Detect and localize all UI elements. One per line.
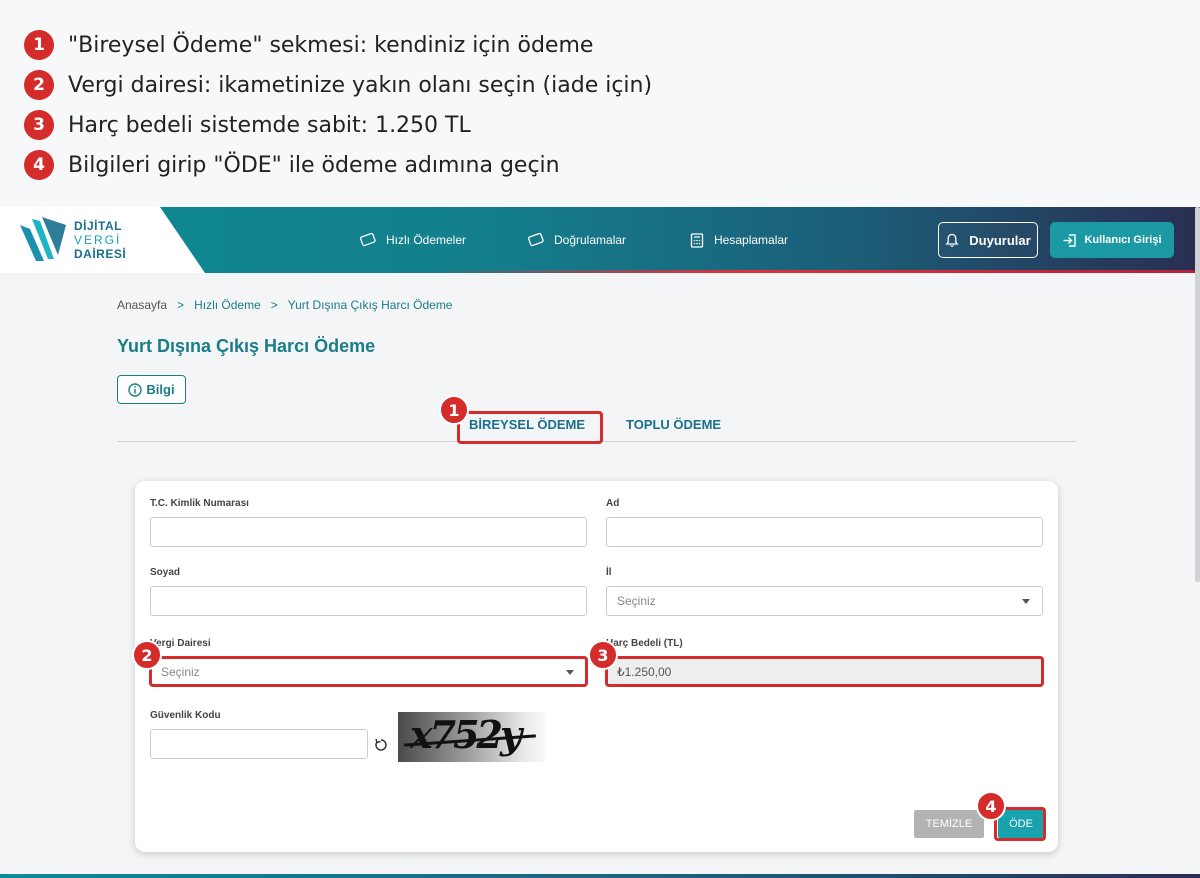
highlight-tab-bireysel — [457, 411, 603, 444]
breadcrumb: Anasayfa > Hızlı Ödeme > Yurt Dışına Çık… — [117, 298, 452, 312]
annotation-badge-3: 3 — [588, 640, 618, 670]
step-number-badge: 4 — [24, 150, 54, 180]
il-label: İl — [606, 567, 612, 578]
annotation-badge-4: 4 — [976, 791, 1006, 821]
il-select-value: Seçiniz — [617, 594, 656, 608]
tab-toplu-odeme[interactable]: TOPLU ÖDEME — [626, 417, 721, 432]
ad-label: Ad — [606, 498, 620, 509]
instruction-text: Vergi dairesi: ikametinize yakın olanı s… — [68, 72, 653, 98]
clear-button[interactable]: TEMİZLE — [914, 810, 984, 838]
soyad-input[interactable] — [150, 586, 587, 616]
page-title: Yurt Dışına Çıkış Harcı Ödeme — [117, 336, 376, 356]
calculator-icon — [690, 232, 704, 248]
header-accent-line — [430, 270, 1200, 273]
soyad-label: Soyad — [150, 567, 181, 578]
breadcrumb-separator: > — [270, 298, 278, 312]
login-icon — [1063, 233, 1077, 247]
step-number-badge: 1 — [24, 30, 54, 60]
dvd-logo-icon — [20, 217, 66, 261]
instruction-step-2: 2 Vergi dairesi: ikametinize yakın olanı… — [24, 69, 652, 101]
harc-bedeli-label: Harç Bedeli (TL) — [606, 638, 683, 649]
ad-input[interactable] — [606, 517, 1043, 547]
nav-dogrulamalar[interactable]: Doğrulamalar — [528, 229, 626, 251]
nav-hizli-odemeler[interactable]: Hızlı Ödemeler — [360, 229, 466, 251]
captcha-image: x752y — [398, 712, 546, 762]
breadcrumb-quick-payment[interactable]: Hızlı Ödeme — [194, 298, 261, 312]
instruction-text: Bilgileri girip "ÖDE" ile ödeme adımına … — [68, 152, 560, 178]
logo-text: DİJİTAL VERGİ DAİRESİ — [74, 219, 127, 261]
breadcrumb-current: Yurt Dışına Çıkış Harcı Ödeme — [287, 298, 453, 312]
breadcrumb-separator: > — [177, 298, 185, 312]
info-icon — [128, 382, 143, 397]
login-button[interactable]: Kullanıcı Girişi — [1050, 222, 1174, 258]
security-code-input[interactable] — [150, 729, 368, 759]
tc-input[interactable] — [150, 517, 587, 547]
instruction-step-4: 4 Bilgileri girip "ÖDE" ile ödeme adımın… — [24, 149, 560, 181]
instruction-panel: 1 "Bireysel Ödeme" sekmesi: kendiniz içi… — [0, 0, 1200, 207]
breadcrumb-home[interactable]: Anasayfa — [117, 298, 167, 312]
page-scrollbar[interactable] — [1195, 207, 1200, 582]
logo-area[interactable]: DİJİTAL VERGİ DAİRESİ — [0, 207, 205, 273]
nav-hesaplamalar[interactable]: Hesaplamalar — [690, 229, 788, 251]
card-icon — [528, 233, 544, 247]
card-icon — [360, 233, 376, 247]
step-number-badge: 3 — [24, 110, 54, 140]
announcements-button[interactable]: Duyurular — [938, 222, 1038, 258]
annotation-badge-1: 1 — [439, 395, 469, 425]
info-button[interactable]: Bilgi — [117, 375, 186, 404]
footer-strip — [0, 874, 1200, 878]
guvenlik-kodu-label: Güvenlik Kodu — [150, 710, 221, 721]
highlight-vergi-dairesi — [149, 656, 588, 687]
step-number-badge: 2 — [24, 70, 54, 100]
instruction-text: "Bireysel Ödeme" sekmesi: kendiniz için … — [68, 32, 594, 58]
tc-label: T.C. Kimlik Numarası — [150, 498, 249, 509]
annotation-badge-2: 2 — [132, 640, 162, 670]
instruction-step-1: 1 "Bireysel Ödeme" sekmesi: kendiniz içi… — [24, 29, 593, 61]
instruction-step-3: 3 Harç bedeli sistemde sabit: 1.250 TL — [24, 109, 471, 141]
il-select[interactable]: Seçiniz — [606, 586, 1043, 616]
site-header: DİJİTAL VERGİ DAİRESİ Hızlı Ödemeler Doğ… — [0, 207, 1200, 273]
captcha-text: x752y — [410, 712, 522, 757]
refresh-icon[interactable] — [374, 738, 388, 752]
bell-icon — [945, 233, 959, 247]
chevron-down-icon — [1022, 599, 1030, 604]
highlight-harc-bedeli — [605, 656, 1044, 687]
instruction-text: Harç bedeli sistemde sabit: 1.250 TL — [68, 112, 471, 138]
